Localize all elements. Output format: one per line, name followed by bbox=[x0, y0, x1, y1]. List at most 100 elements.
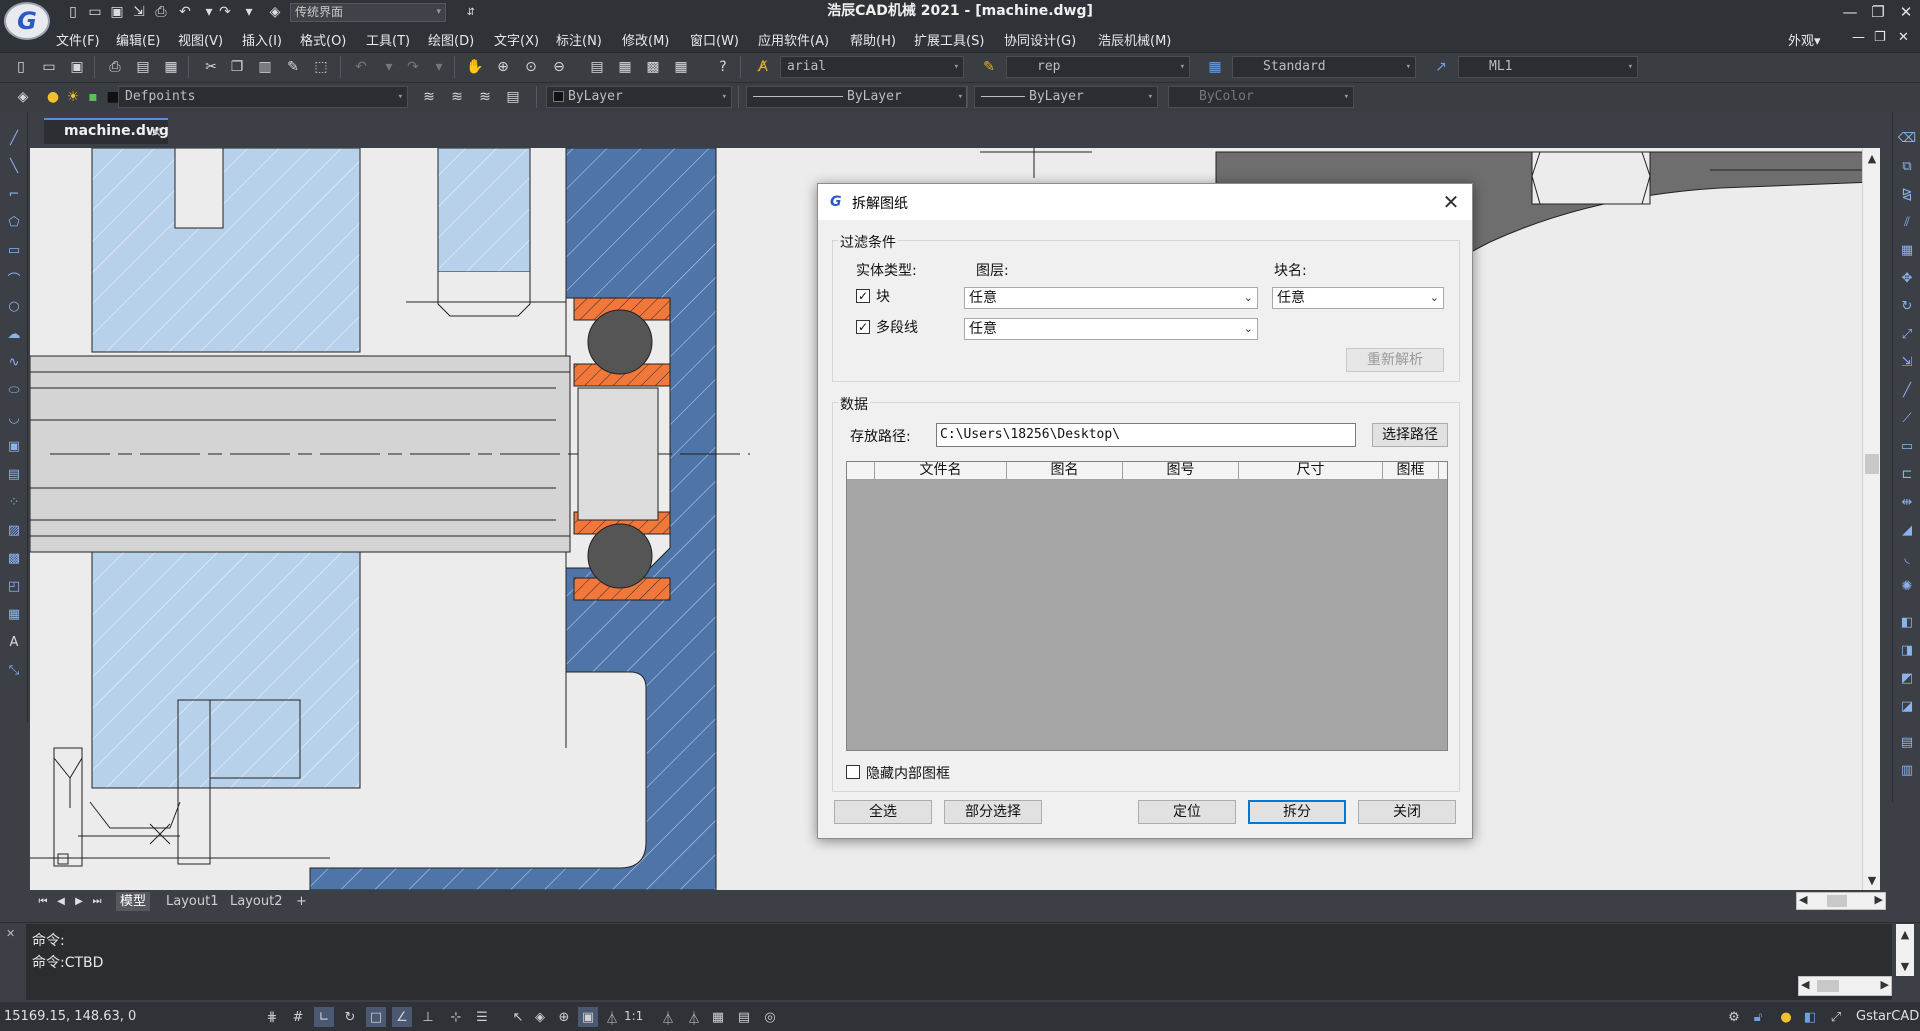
layer-states-icon[interactable]: ≋ bbox=[474, 86, 496, 108]
chamfer-icon[interactable]: ◢ bbox=[1897, 520, 1917, 540]
annotation-scale-icon[interactable]: ⏃ bbox=[602, 1007, 622, 1027]
table-icon[interactable]: ▦ bbox=[4, 604, 24, 624]
document-tab-machine[interactable]: machine.dwg ✕ bbox=[44, 118, 169, 144]
erase-icon[interactable]: ⌫ bbox=[1897, 128, 1917, 148]
bulb-icon[interactable]: ● bbox=[1776, 1007, 1796, 1027]
open-icon[interactable]: ▭ bbox=[38, 56, 60, 78]
choose-path-button[interactable]: 选择路径 bbox=[1372, 423, 1448, 447]
table-style-combo[interactable]: Standard ▾ bbox=[1232, 56, 1416, 78]
fillet-icon[interactable]: ◟ bbox=[1897, 548, 1917, 568]
menu-file[interactable]: 文件(F) bbox=[56, 30, 100, 49]
draw-order-below-icon[interactable]: ◪ bbox=[1897, 696, 1917, 716]
rotate-icon[interactable]: ↻ bbox=[1897, 296, 1917, 316]
last-layout-icon[interactable]: ⏭ bbox=[90, 893, 104, 909]
dialog-titlebar[interactable]: G 拆解图纸 ✕ bbox=[818, 184, 1472, 220]
copy-icon[interactable]: ❐ bbox=[226, 56, 248, 78]
circle-icon[interactable]: ○ bbox=[4, 296, 24, 316]
font-combo[interactable]: arial ▾ bbox=[780, 56, 964, 78]
layer-thaw-icon[interactable]: ☀ bbox=[62, 86, 84, 108]
multiline-text-icon[interactable]: A bbox=[4, 632, 24, 652]
gear-icon[interactable]: ⚙ bbox=[1724, 1007, 1744, 1027]
make-block-icon[interactable]: ▤ bbox=[4, 464, 24, 484]
locate-button[interactable]: 定位 bbox=[1138, 800, 1236, 824]
ducs-icon[interactable]: ⊥ bbox=[418, 1007, 438, 1027]
polyline-icon[interactable]: ⌐ bbox=[4, 184, 24, 204]
dyn-icon[interactable]: ⊹ bbox=[446, 1007, 466, 1027]
linetype-combo[interactable]: ByLayer ▾ bbox=[746, 86, 968, 108]
paste-icon[interactable]: ▥ bbox=[254, 56, 276, 78]
insert-block-icon[interactable]: ▣ bbox=[4, 436, 24, 456]
tab-add-layout[interactable]: + bbox=[292, 892, 311, 911]
block-name-select[interactable]: 任意 ⌄ bbox=[1272, 287, 1444, 309]
doc-minimize-button[interactable]: — bbox=[1852, 30, 1865, 45]
bring-text-front-icon[interactable]: ▤ bbox=[1897, 732, 1917, 752]
menu-gstar-mechanical[interactable]: 浩辰机械(M) bbox=[1098, 30, 1171, 49]
layer-manager-icon[interactable]: ◈ bbox=[12, 86, 34, 108]
column-header-size[interactable]: 尺寸 bbox=[1239, 462, 1383, 480]
canvas-horizontal-scrollbar[interactable]: ◀ ▶ bbox=[1796, 892, 1886, 910]
block-checkbox[interactable]: ✓ bbox=[856, 289, 870, 303]
viewport-icon[interactable]: ▣ bbox=[578, 1007, 598, 1027]
column-header-drawing-name[interactable]: 图名 bbox=[1007, 462, 1123, 480]
menu-insert[interactable]: 插入(I) bbox=[242, 30, 282, 49]
column-header-frame[interactable]: 图框 bbox=[1383, 462, 1439, 480]
print-icon[interactable]: ⎙ bbox=[104, 56, 126, 78]
line-icon[interactable]: ╱ bbox=[4, 128, 24, 148]
dimension-style-combo[interactable]: rep ▾ bbox=[1006, 56, 1190, 78]
polyline-checkbox[interactable]: ✓ bbox=[856, 320, 870, 334]
tool-palette-icon[interactable]: ▩ bbox=[642, 56, 664, 78]
print-icon[interactable]: ⎙ bbox=[152, 3, 170, 21]
snap-icon[interactable]: ⋕ bbox=[262, 1007, 282, 1027]
copy-object-icon[interactable]: ⧉ bbox=[1897, 156, 1917, 176]
open-file-icon[interactable]: ▭ bbox=[86, 3, 104, 21]
bring-dims-front-icon[interactable]: ▥ bbox=[1897, 760, 1917, 780]
grid-icon[interactable]: # bbox=[288, 1007, 308, 1027]
save-icon[interactable]: ▣ bbox=[108, 3, 126, 21]
previous-layout-icon[interactable]: ◀ bbox=[54, 893, 68, 909]
otrack-icon[interactable]: ∠ bbox=[392, 1007, 412, 1027]
redo-dropdown-icon[interactable]: ▾ bbox=[240, 3, 258, 21]
annotation-scale-value[interactable]: 1:1 bbox=[624, 1009, 643, 1023]
partial-select-button[interactable]: 部分选择 bbox=[944, 800, 1042, 824]
command-horizontal-scrollbar[interactable]: ◀ ▶ bbox=[1798, 976, 1892, 996]
array-icon[interactable]: ▦ bbox=[1897, 240, 1917, 260]
layer-select-1[interactable]: 任意 ⌄ bbox=[964, 287, 1258, 309]
trim-icon[interactable]: ╱ bbox=[1897, 380, 1917, 400]
scroll-up-icon[interactable]: ▲ bbox=[1899, 928, 1911, 941]
menu-dimension[interactable]: 标注(N) bbox=[556, 30, 602, 49]
offset-icon[interactable]: ⫽ bbox=[1897, 212, 1917, 232]
hatch-icon[interactable]: ▨ bbox=[4, 520, 24, 540]
app-logo[interactable]: G bbox=[4, 2, 50, 40]
scroll-up-icon[interactable]: ▲ bbox=[1866, 152, 1878, 165]
break-at-point-icon[interactable]: ⊏ bbox=[1897, 464, 1917, 484]
first-layout-icon[interactable]: ⏮ bbox=[36, 893, 50, 909]
doc-restore-button[interactable]: ❐ bbox=[1874, 30, 1886, 45]
construction-line-icon[interactable]: ╲ bbox=[4, 156, 24, 176]
scroll-thumb[interactable] bbox=[1827, 895, 1847, 907]
minimize-button[interactable]: — bbox=[1836, 0, 1864, 24]
next-layout-icon[interactable]: ▶ bbox=[72, 893, 86, 909]
zoom-status-icon[interactable]: ⊕ bbox=[554, 1007, 574, 1027]
gradient-icon[interactable]: ▩ bbox=[4, 548, 24, 568]
fullscreen-icon[interactable]: ⤢ bbox=[1826, 1007, 1846, 1027]
scroll-down-icon[interactable]: ▼ bbox=[1866, 874, 1878, 887]
zoom-realtime-icon[interactable]: ⊕ bbox=[492, 56, 514, 78]
lock-icon[interactable]: 🔓︎ bbox=[1748, 1007, 1768, 1027]
draw-order-front-icon[interactable]: ◧ bbox=[1897, 612, 1917, 632]
ellipse-arc-icon[interactable]: ◡ bbox=[4, 408, 24, 428]
command-history[interactable]: 命令: 命令:CTBD bbox=[26, 924, 1892, 1000]
layer-isolate-icon[interactable]: ▤ bbox=[502, 86, 524, 108]
column-header-filename[interactable]: 文件名 bbox=[875, 462, 1007, 480]
match-properties-icon[interactable]: ✎ bbox=[282, 56, 304, 78]
pan-icon[interactable]: ✋ bbox=[464, 56, 486, 78]
select-all-button[interactable]: 全选 bbox=[834, 800, 932, 824]
tab-model[interactable]: 模型 bbox=[116, 892, 151, 911]
menu-edit[interactable]: 编辑(E) bbox=[116, 30, 160, 49]
save-as-icon[interactable]: ⇲ bbox=[130, 3, 148, 21]
plotstyle-combo[interactable]: ByColor ▾ bbox=[1168, 86, 1354, 108]
menu-modify[interactable]: 修改(M) bbox=[622, 30, 669, 49]
layers-icon[interactable]: ◈ bbox=[530, 1007, 550, 1027]
menu-view[interactable]: 视图(V) bbox=[178, 30, 223, 49]
annotation-visibility-icon[interactable]: ⏃ bbox=[658, 1007, 678, 1027]
scroll-right-icon[interactable]: ▶ bbox=[1881, 978, 1889, 991]
